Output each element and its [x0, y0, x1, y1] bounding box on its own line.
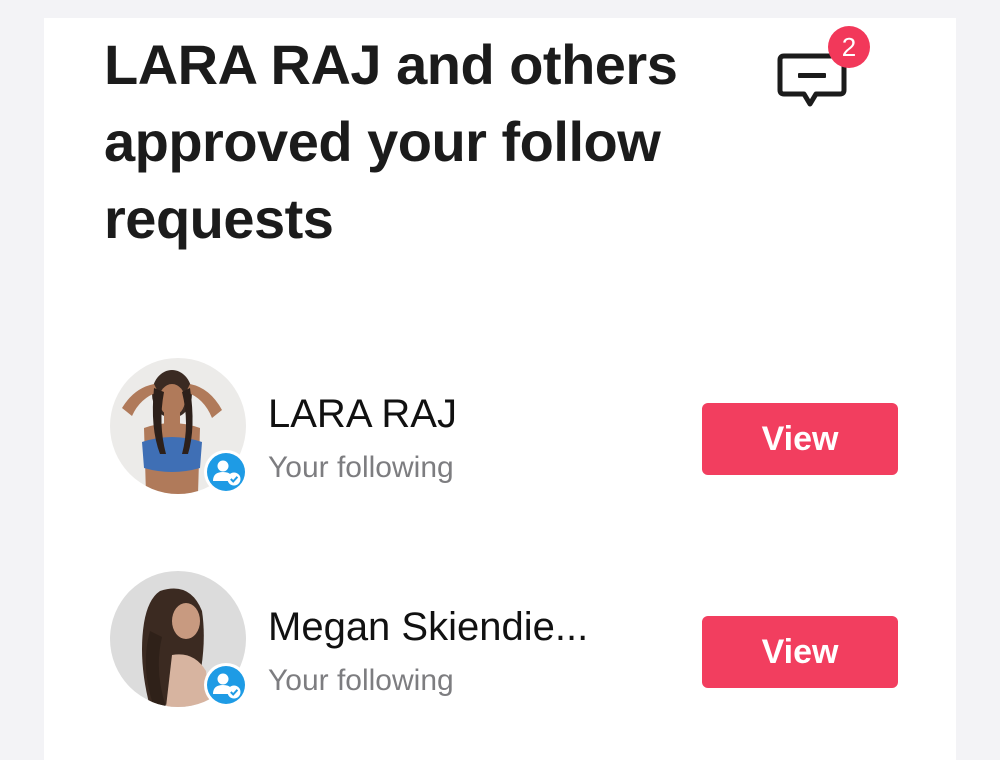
view-button[interactable]: View [702, 616, 898, 688]
follow-status: Your following [268, 664, 454, 697]
follow-list-item: Megan Skiendie... Your following View [110, 571, 910, 711]
notification-card: LARA RAJ and others approved your follow… [44, 18, 956, 760]
view-button[interactable]: View [702, 403, 898, 475]
user-verified-icon [204, 663, 248, 707]
message-count-badge: 2 [828, 26, 870, 68]
user-verified-icon [204, 450, 248, 494]
page-title: LARA RAJ and others approved your follow… [104, 33, 678, 250]
follow-list-item: LARA RAJ Your following View [110, 358, 910, 498]
user-name[interactable]: LARA RAJ [268, 388, 457, 440]
follow-status: Your following [268, 451, 454, 484]
messages-button[interactable]: 2 [776, 26, 876, 122]
user-name[interactable]: Megan Skiendie... [268, 601, 588, 653]
